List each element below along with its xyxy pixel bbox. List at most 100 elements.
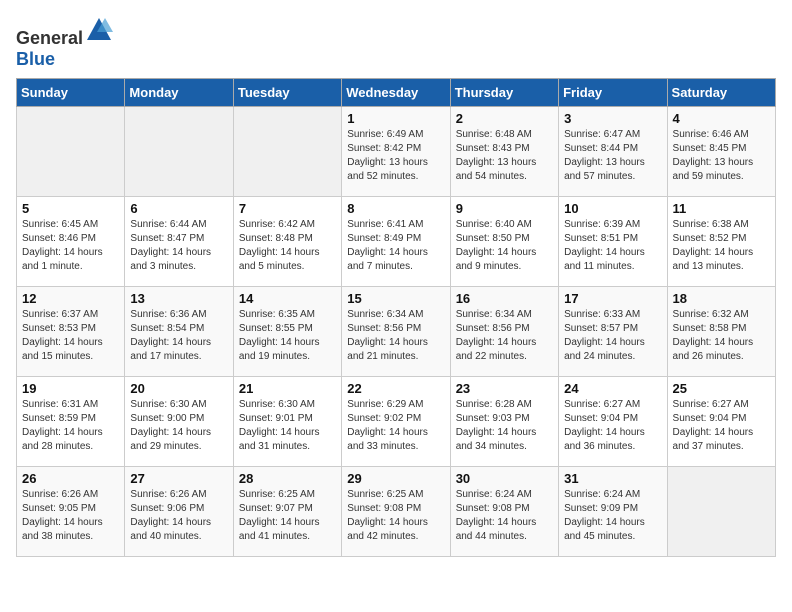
logo-blue: Blue [16,49,55,69]
day-number: 19 [22,381,119,396]
calendar-cell [667,467,775,557]
day-info: Sunrise: 6:30 AM Sunset: 9:01 PM Dayligh… [239,398,336,454]
header-tuesday: Tuesday [233,79,341,107]
day-number: 8 [347,201,444,216]
day-number: 27 [130,471,227,486]
logo: General Blue [16,16,113,70]
calendar-cell [17,107,125,197]
day-info: Sunrise: 6:33 AM Sunset: 8:57 PM Dayligh… [564,308,661,364]
day-info: Sunrise: 6:30 AM Sunset: 9:00 PM Dayligh… [130,398,227,454]
day-number: 15 [347,291,444,306]
calendar-cell: 10 Sunrise: 6:39 AM Sunset: 8:51 PM Dayli… [559,197,667,287]
calendar-cell: 17 Sunrise: 6:33 AM Sunset: 8:57 PM Dayli… [559,287,667,377]
calendar-cell: 14 Sunrise: 6:35 AM Sunset: 8:55 PM Dayli… [233,287,341,377]
day-info: Sunrise: 6:37 AM Sunset: 8:53 PM Dayligh… [22,308,119,364]
day-number: 21 [239,381,336,396]
day-info: Sunrise: 6:25 AM Sunset: 9:07 PM Dayligh… [239,488,336,544]
day-info: Sunrise: 6:44 AM Sunset: 8:47 PM Dayligh… [130,218,227,274]
calendar-cell: 7 Sunrise: 6:42 AM Sunset: 8:48 PM Daylig… [233,197,341,287]
calendar-cell: 27 Sunrise: 6:26 AM Sunset: 9:06 PM Dayli… [125,467,233,557]
calendar-cell: 9 Sunrise: 6:40 AM Sunset: 8:50 PM Daylig… [450,197,558,287]
calendar-cell: 6 Sunrise: 6:44 AM Sunset: 8:47 PM Daylig… [125,197,233,287]
day-number: 29 [347,471,444,486]
header-saturday: Saturday [667,79,775,107]
calendar-cell: 25 Sunrise: 6:27 AM Sunset: 9:04 PM Dayli… [667,377,775,467]
calendar-cell: 26 Sunrise: 6:26 AM Sunset: 9:05 PM Dayli… [17,467,125,557]
calendar-cell: 20 Sunrise: 6:30 AM Sunset: 9:00 PM Dayli… [125,377,233,467]
calendar-cell: 24Sunrise: 6:27 AM Sunset: 9:04 PM Dayli… [559,377,667,467]
header-monday: Monday [125,79,233,107]
header-friday: Friday [559,79,667,107]
header-sunday: Sunday [17,79,125,107]
calendar-cell: 1 Sunrise: 6:49 AM Sunset: 8:42 PM Daylig… [342,107,450,197]
calendar-week-row: 1 Sunrise: 6:49 AM Sunset: 8:42 PM Daylig… [17,107,776,197]
calendar-cell: 11Sunrise: 6:38 AM Sunset: 8:52 PM Dayli… [667,197,775,287]
day-info: Sunrise: 6:41 AM Sunset: 8:49 PM Dayligh… [347,218,444,274]
day-info: Sunrise: 6:48 AM Sunset: 8:43 PM Dayligh… [456,128,553,184]
calendar-cell: 2 Sunrise: 6:48 AM Sunset: 8:43 PM Daylig… [450,107,558,197]
day-number: 17 [564,291,661,306]
day-info: Sunrise: 6:27 AM Sunset: 9:04 PM Dayligh… [673,398,770,454]
day-info: Sunrise: 6:32 AM Sunset: 8:58 PM Dayligh… [673,308,770,364]
calendar-cell: 13Sunrise: 6:36 AM Sunset: 8:54 PM Dayli… [125,287,233,377]
day-info: Sunrise: 6:31 AM Sunset: 8:59 PM Dayligh… [22,398,119,454]
day-number: 25 [673,381,770,396]
day-number: 23 [456,381,553,396]
calendar-cell [125,107,233,197]
day-info: Sunrise: 6:40 AM Sunset: 8:50 PM Dayligh… [456,218,553,274]
day-info: Sunrise: 6:24 AM Sunset: 9:08 PM Dayligh… [456,488,553,544]
header-thursday: Thursday [450,79,558,107]
day-info: Sunrise: 6:42 AM Sunset: 8:48 PM Dayligh… [239,218,336,274]
logo-icon [85,16,113,44]
logo-text: General Blue [16,16,113,70]
day-info: Sunrise: 6:24 AM Sunset: 9:09 PM Dayligh… [564,488,661,544]
day-number: 13 [130,291,227,306]
day-number: 2 [456,111,553,126]
calendar-cell: 8 Sunrise: 6:41 AM Sunset: 8:49 PM Daylig… [342,197,450,287]
logo-general: General [16,28,83,48]
day-number: 24 [564,381,661,396]
day-number: 20 [130,381,227,396]
day-info: Sunrise: 6:25 AM Sunset: 9:08 PM Dayligh… [347,488,444,544]
calendar-cell: 28Sunrise: 6:25 AM Sunset: 9:07 PM Dayli… [233,467,341,557]
header: General Blue [16,16,776,70]
day-number: 12 [22,291,119,306]
day-info: Sunrise: 6:35 AM Sunset: 8:55 PM Dayligh… [239,308,336,364]
day-number: 6 [130,201,227,216]
day-number: 5 [22,201,119,216]
day-number: 22 [347,381,444,396]
day-info: Sunrise: 6:28 AM Sunset: 9:03 PM Dayligh… [456,398,553,454]
calendar-cell: 31 Sunrise: 6:24 AM Sunset: 9:09 PM Dayli… [559,467,667,557]
calendar-table: SundayMondayTuesdayWednesdayThursdayFrid… [16,78,776,557]
calendar-header-row: SundayMondayTuesdayWednesdayThursdayFrid… [17,79,776,107]
calendar-cell: 3 Sunrise: 6:47 AM Sunset: 8:44 PM Daylig… [559,107,667,197]
day-info: Sunrise: 6:26 AM Sunset: 9:06 PM Dayligh… [130,488,227,544]
calendar-week-row: 19 Sunrise: 6:31 AM Sunset: 8:59 PM Dayli… [17,377,776,467]
day-number: 1 [347,111,444,126]
calendar-week-row: 12 Sunrise: 6:37 AM Sunset: 8:53 PM Dayli… [17,287,776,377]
day-info: Sunrise: 6:29 AM Sunset: 9:02 PM Dayligh… [347,398,444,454]
day-number: 9 [456,201,553,216]
day-info: Sunrise: 6:47 AM Sunset: 8:44 PM Dayligh… [564,128,661,184]
day-info: Sunrise: 6:26 AM Sunset: 9:05 PM Dayligh… [22,488,119,544]
calendar-cell: 5 Sunrise: 6:45 AM Sunset: 8:46 PM Daylig… [17,197,125,287]
day-number: 4 [673,111,770,126]
calendar-cell: 29 Sunrise: 6:25 AM Sunset: 9:08 PM Dayli… [342,467,450,557]
day-number: 14 [239,291,336,306]
day-number: 31 [564,471,661,486]
day-info: Sunrise: 6:39 AM Sunset: 8:51 PM Dayligh… [564,218,661,274]
calendar-cell: 23 Sunrise: 6:28 AM Sunset: 9:03 PM Dayli… [450,377,558,467]
day-number: 7 [239,201,336,216]
day-info: Sunrise: 6:46 AM Sunset: 8:45 PM Dayligh… [673,128,770,184]
day-number: 3 [564,111,661,126]
day-info: Sunrise: 6:45 AM Sunset: 8:46 PM Dayligh… [22,218,119,274]
calendar-cell: 4 Sunrise: 6:46 AM Sunset: 8:45 PM Daylig… [667,107,775,197]
calendar-cell: 22 Sunrise: 6:29 AM Sunset: 9:02 PM Dayli… [342,377,450,467]
calendar-week-row: 5 Sunrise: 6:45 AM Sunset: 8:46 PM Daylig… [17,197,776,287]
day-number: 10 [564,201,661,216]
day-number: 26 [22,471,119,486]
day-info: Sunrise: 6:34 AM Sunset: 8:56 PM Dayligh… [347,308,444,364]
day-info: Sunrise: 6:49 AM Sunset: 8:42 PM Dayligh… [347,128,444,184]
calendar-cell: 16Sunrise: 6:34 AM Sunset: 8:56 PM Dayli… [450,287,558,377]
calendar-cell: 19 Sunrise: 6:31 AM Sunset: 8:59 PM Dayli… [17,377,125,467]
